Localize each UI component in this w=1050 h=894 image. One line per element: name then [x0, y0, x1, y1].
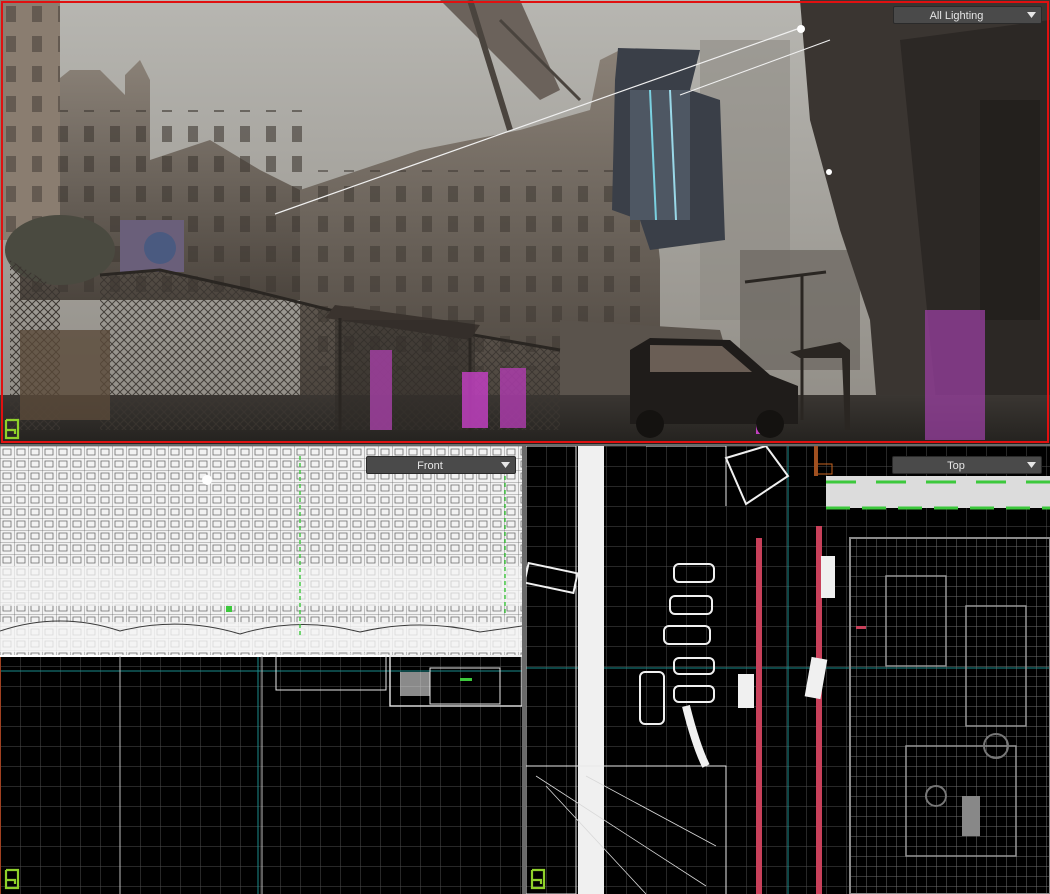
hammer-logo-icon	[4, 418, 20, 440]
chevron-down-icon	[1021, 7, 1041, 23]
view-mode-dropdown[interactable]: All Lighting	[893, 6, 1042, 24]
view-mode-label: All Lighting	[929, 10, 984, 22]
view-mode-label: Front	[417, 460, 443, 472]
chevron-down-icon	[1021, 457, 1041, 473]
view-mode-dropdown[interactable]: Front	[366, 456, 516, 474]
chevron-down-icon	[495, 457, 515, 473]
top-viewport[interactable]: Top	[526, 446, 1050, 894]
front-wireframe	[0, 446, 522, 894]
view-mode-label: Top	[947, 460, 965, 472]
hammer-logo-icon	[4, 868, 20, 890]
front-viewport[interactable]: Front	[0, 446, 522, 894]
perspective-viewport[interactable]: All Lighting	[0, 0, 1050, 444]
top-wireframe	[526, 446, 1050, 894]
view-mode-dropdown[interactable]: Top	[892, 456, 1042, 474]
perspective-render	[0, 0, 1050, 444]
hammer-logo-icon	[530, 868, 546, 890]
